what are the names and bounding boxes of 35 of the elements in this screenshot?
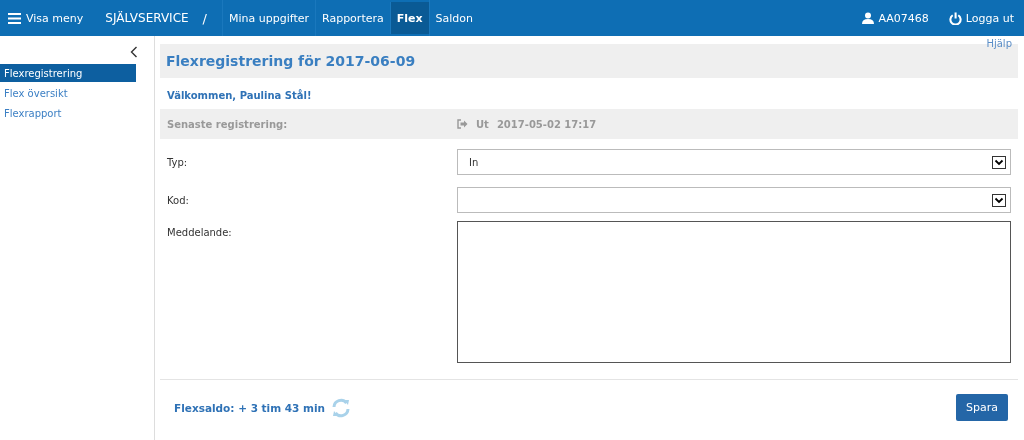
- breadcrumb-separator: /: [201, 9, 208, 28]
- last-registration-label: Senaste registrering:: [167, 118, 289, 130]
- menu-icon: [8, 12, 21, 24]
- sidebar-item[interactable]: Flexregistrering: [0, 64, 136, 82]
- logout-button[interactable]: Logga ut: [938, 0, 1024, 36]
- select-field[interactable]: In: [457, 149, 1011, 175]
- dropdown-icon: [992, 155, 1006, 169]
- welcome-text: Välkommen, Paulina Stål!: [166, 88, 313, 103]
- sign-out-icon: [457, 119, 468, 129]
- nav-tab[interactable]: Mina uppgifter: [222, 0, 315, 36]
- help-link[interactable]: Hjälp: [986, 38, 1012, 49]
- dropdown-icon: [992, 193, 1006, 207]
- select-value: In: [469, 156, 479, 168]
- user-button[interactable]: AA07468: [852, 0, 939, 36]
- sidebar-item[interactable]: Flexrapport: [0, 104, 136, 122]
- message-field[interactable]: [457, 221, 1011, 363]
- nav-tab[interactable]: Flex: [389, 2, 429, 34]
- field-label: Typ:: [167, 156, 189, 168]
- save-button[interactable]: Spara: [956, 394, 1008, 421]
- refresh-icon[interactable]: [331, 397, 352, 418]
- sidebar-item[interactable]: Flex översikt: [0, 84, 136, 102]
- user-icon: [862, 12, 875, 24]
- collapse-icon[interactable]: [130, 46, 138, 58]
- field-label: Meddelande:: [167, 226, 233, 238]
- field-label: Kod:: [167, 194, 190, 206]
- select-field[interactable]: [457, 187, 1011, 213]
- flex-balance-text: Flexsaldo: + 3 tim 43 min: [174, 401, 326, 414]
- menu-button[interactable]: Visa meny: [0, 0, 92, 36]
- brand-name: SJÄLVSERVICE: [104, 10, 189, 27]
- nav-tab[interactable]: Rapportera: [315, 0, 390, 36]
- direction-text: Ut: [476, 118, 489, 130]
- time-text: 2017-05-02 17:17: [496, 118, 597, 130]
- nav-tab[interactable]: Saldon: [428, 0, 480, 36]
- page-title: Flexregistrering för 2017-06-09: [166, 53, 416, 69]
- power-icon: [948, 11, 962, 25]
